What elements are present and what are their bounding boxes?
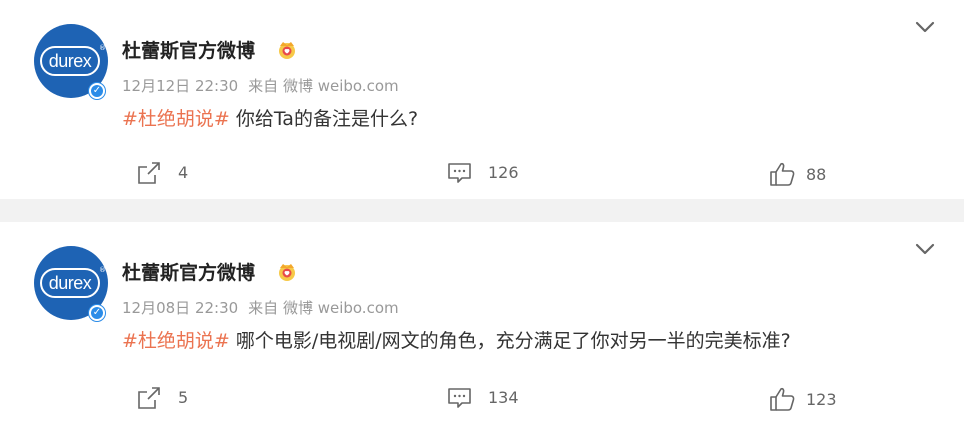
comment-count: 126 [488,163,519,182]
share-icon [138,387,160,409]
crown-icon [279,42,295,59]
post-body: 你给Ta的备注是什么? [235,108,419,130]
comment-icon [448,388,471,408]
hashtag-link[interactable]: #杜绝胡说# [122,108,230,130]
hashtag-link[interactable]: #杜绝胡说# [122,330,230,352]
repost-count: 5 [178,388,189,407]
post-text: #杜绝胡说# 哪个电影/电视剧/网文的角色，充分满足了你对另一半的完美标准? [122,326,791,353]
thumbs-up-icon [770,387,795,411]
crown-icon [279,264,295,281]
avatar[interactable]: durex ® ✓ [34,24,108,100]
verified-badge-icon: ✓ [88,304,106,322]
repost-count: 4 [178,163,189,182]
post-text: #杜绝胡说# 你给Ta的备注是什么? [122,104,418,131]
weibo-post: durex ® ✓ 杜蕾斯官方微博 12月08日 22:30 来自 微博 weib… [0,222,964,428]
weibo-post: durex ® ✓ 杜蕾斯官方微博 12月12日 22:30 来自 微博 weib… [0,0,964,199]
chevron-down-icon[interactable] [915,242,935,256]
comment-count: 134 [488,388,519,407]
avatar-logo-text: durex [40,46,100,76]
post-date[interactable]: 12月08日 22:30 [122,299,238,317]
registered-mark: ® [99,44,106,52]
post-meta: 12月12日 22:30 来自 微博 weibo.com [122,75,399,96]
like-count: 88 [806,165,827,184]
post-source: 来自 微博 weibo.com [248,77,399,95]
avatar-logo-text: durex [40,268,100,298]
post-date[interactable]: 12月12日 22:30 [122,77,238,95]
post-meta: 12月08日 22:30 来自 微博 weibo.com [122,297,399,318]
share-icon [138,162,160,184]
post-body: 哪个电影/电视剧/网文的角色，充分满足了你对另一半的完美标准? [235,330,791,352]
avatar[interactable]: durex ® ✓ [34,246,108,322]
author-name[interactable]: 杜蕾斯官方微博 [122,36,255,63]
post-source: 来自 微博 weibo.com [248,299,399,317]
like-count: 123 [806,390,837,409]
registered-mark: ® [99,266,106,274]
author-name[interactable]: 杜蕾斯官方微博 [122,258,255,285]
chevron-down-icon[interactable] [915,20,935,34]
thumbs-up-icon [770,162,795,186]
verified-badge-icon: ✓ [88,82,106,100]
comment-icon [448,163,471,183]
